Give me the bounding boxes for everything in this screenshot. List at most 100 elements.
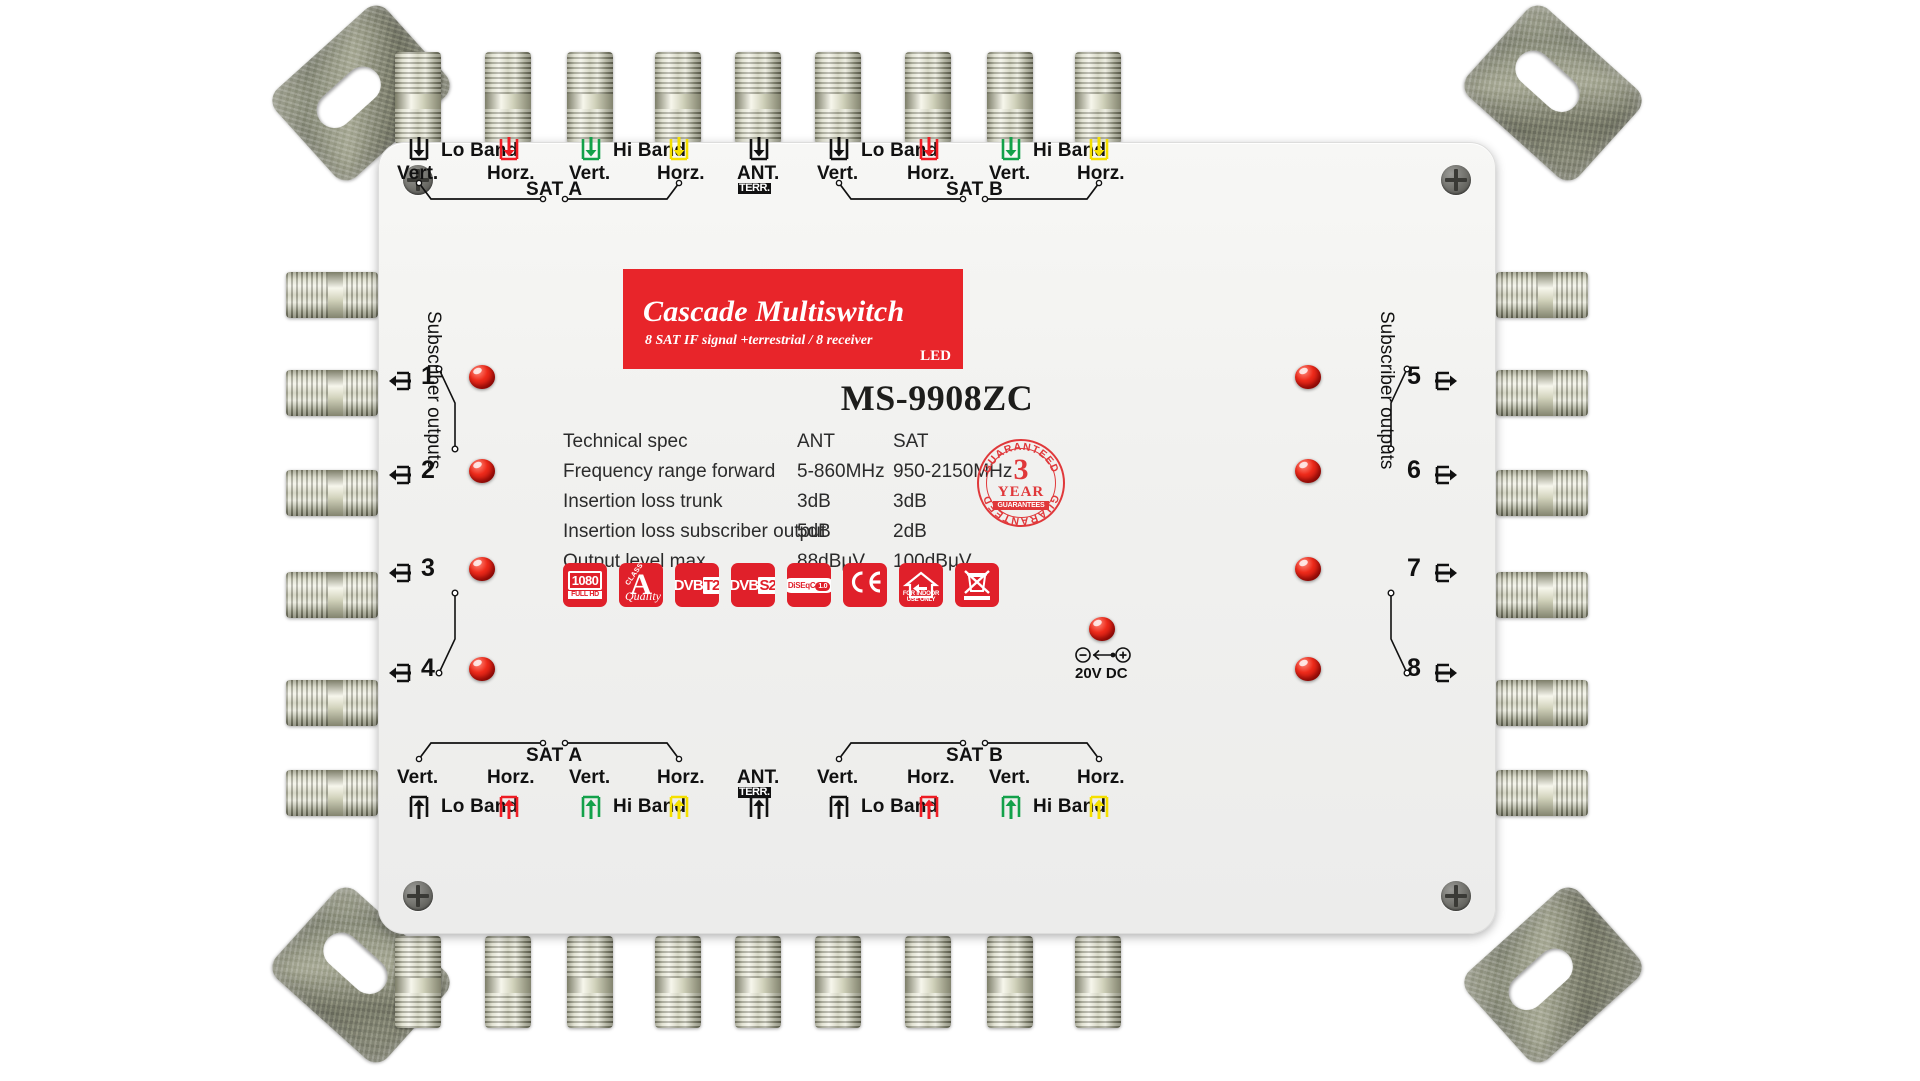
f-connector: [987, 52, 1033, 144]
sat-group-label: SAT B: [946, 745, 1004, 766]
f-connector: [485, 936, 531, 1028]
port-arrow-icon: [580, 791, 602, 821]
power-label: 20V DC: [1075, 665, 1128, 682]
port-arrow-icon: [408, 135, 430, 165]
badge-dvbs2-text: DVB: [731, 576, 759, 594]
spec-header-ant: ANT: [797, 431, 835, 452]
port-arrow-icon: [498, 791, 520, 821]
spec-row-ant: 5dB: [797, 521, 831, 542]
port-polarity-label: Vert.: [989, 767, 1031, 788]
spec-header-sat: SAT: [893, 431, 929, 452]
subscriber-output-out-icon: [1433, 371, 1459, 391]
antenna-sub-label: TERR.: [738, 786, 771, 798]
spec-row-ant: 5-860MHz: [797, 461, 885, 482]
f-connector: [905, 936, 951, 1028]
f-connector: [655, 52, 701, 144]
badge-dvb-s2: DVBS2: [731, 563, 775, 607]
f-connector: [735, 52, 781, 144]
badge-a-class-quality: CLASS A Quality: [619, 563, 663, 607]
spec-row-name: Insertion loss trunk: [563, 491, 723, 512]
weee-bar: [964, 596, 990, 600]
port-polarity-label: Horz.: [1077, 767, 1125, 788]
spec-row-sat: 2dB: [893, 521, 927, 542]
port-arrow-icon: [1088, 135, 1110, 165]
spec-row-name: Insertion loss subscriber output: [563, 521, 826, 542]
f-connector: [395, 936, 441, 1028]
subscriber-output-in-icon: [387, 465, 413, 485]
subscriber-output-out-icon: [1433, 465, 1459, 485]
badge-dvbs2-suffix: S2: [758, 576, 775, 594]
product-nameplate: Cascade Multiswitch 8 SAT IF signal +ter…: [623, 269, 963, 369]
spec-row-ant: 3dB: [797, 491, 831, 512]
f-connector: [286, 680, 378, 726]
nameplate-subtitle: 8 SAT IF signal +terrestrial / 8 receive…: [645, 333, 873, 348]
f-connector: [735, 936, 781, 1028]
badge-weee: [955, 563, 999, 607]
f-connector: [286, 572, 378, 618]
f-connector: [815, 936, 861, 1028]
subscriber-output-led: [1295, 365, 1321, 389]
bracket-slot: [1501, 941, 1581, 1018]
seal-years-number: 3: [1013, 453, 1029, 486]
right-output-leader-lines: [1373, 351, 1413, 691]
top-port-label-group: Lo Band Vert. Horz. Hi Band Vert. Horz. Lo Ban…: [379, 137, 1495, 223]
f-connector: [286, 370, 378, 416]
port-arrow-icon: [828, 791, 850, 821]
badge-diseqc-version: 1.0: [815, 581, 831, 591]
f-connector: [286, 770, 378, 816]
f-connector: [1496, 770, 1588, 816]
badge-1080-line2: FULL HD: [567, 591, 603, 599]
f-connector: [567, 936, 613, 1028]
f-connector: [987, 936, 1033, 1028]
port-arrow-icon: [580, 135, 602, 165]
f-connector: [1496, 470, 1588, 516]
badge-quality-text: Quality: [625, 589, 661, 603]
f-connector: [1496, 572, 1588, 618]
port-polarity-label: Horz.: [487, 767, 535, 788]
port-arrow-icon: [668, 791, 690, 821]
spec-row: Insertion loss subscriber output 5dB 2dB: [563, 521, 1203, 544]
port-polarity-label: Vert.: [817, 767, 859, 788]
f-connector: [286, 272, 378, 318]
guarantee-seal: GUARANTEED GUARANTEED 3 YEAR GUARANTEES: [977, 439, 1065, 527]
spec-header-row: Technical spec ANT SAT: [563, 431, 1203, 454]
sat-group-label: SAT A: [526, 745, 583, 766]
port-arrow-icon: [1000, 791, 1022, 821]
sat-group-label: SAT A: [526, 179, 583, 200]
spec-row: Insertion loss trunk 3dB 3dB: [563, 491, 1203, 514]
badge-dvbt2-text: DVB: [675, 576, 704, 594]
right-subscriber-outputs: 5 6 7 8 Subscriber outputs: [1295, 271, 1479, 711]
f-connector: [286, 470, 378, 516]
badge-indoor-use-only: FOR INDOOR USE ONLY: [899, 563, 943, 607]
badge-indoor-caption: FOR INDOOR USE ONLY: [902, 591, 940, 603]
port-arrow-icon: [498, 135, 520, 165]
sat-group-label: SAT B: [946, 179, 1004, 200]
dc-polarity-icon: [1075, 647, 1131, 663]
f-connector: [655, 936, 701, 1028]
port-arrow-icon: [918, 791, 940, 821]
ce-mark-icon: [848, 570, 882, 601]
seal-year-word: YEAR: [997, 484, 1045, 500]
f-connector: [1496, 680, 1588, 726]
f-connector: [1075, 52, 1121, 144]
bracket-slot: [309, 59, 389, 136]
badge-dvbt2-suffix: T2: [702, 576, 719, 594]
spec-row: Frequency range forward 5-860MHz 950-2150M…: [563, 461, 1203, 484]
subscriber-output-led: [1295, 557, 1321, 581]
left-output-leader-lines: [433, 351, 473, 691]
spec-row-sat: 3dB: [893, 491, 927, 512]
power-led: [1089, 617, 1115, 641]
f-connector: [567, 52, 613, 144]
badge-1080-line1: 1080: [567, 571, 603, 590]
bracket-slot: [1507, 43, 1587, 120]
certification-badges: 1080 FULL HD CLASS A Quality DVBT2 DVBS2…: [563, 563, 999, 607]
product-photo-canvas: Lo Band Vert. Horz. Hi Band Vert. Horz. Lo Ban…: [0, 0, 1920, 1081]
subscriber-output-out-icon: [1433, 563, 1459, 583]
badge-1080-full-hd: 1080 FULL HD: [563, 563, 607, 607]
device-faceplate: Lo Band Vert. Horz. Hi Band Vert. Horz. Lo Ban…: [378, 137, 1496, 934]
f-connector: [1075, 936, 1121, 1028]
port-arrow-icon: [918, 135, 940, 165]
antenna-arrow-icon: [748, 135, 770, 165]
technical-spec-table: Technical spec ANT SAT Frequency range f…: [563, 431, 1203, 581]
bracket-slot: [315, 925, 395, 1002]
